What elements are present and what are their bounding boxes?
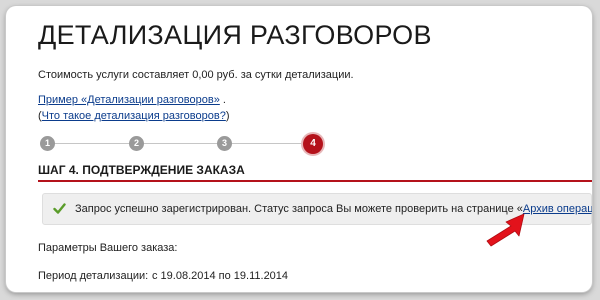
success-message-text: Запрос успешно зарегистрирован. Статус з… [75, 203, 523, 215]
check-icon [53, 203, 66, 214]
what-is-link-line: (Что такое детализация разговоров?) [38, 110, 230, 122]
step-indicator: 1 2 3 4 [38, 134, 323, 156]
example-link-line: Пример «Детализации разговоров» . [38, 94, 226, 106]
step-1: 1 [40, 136, 55, 151]
example-link-suffix: . [222, 94, 226, 106]
example-link[interactable]: Пример «Детализации разговоров» [38, 94, 220, 106]
screenshot-frame: ДЕТАЛИЗАЦИЯ РАЗГОВОРОВ Стоимость услуги … [6, 6, 592, 292]
step-connector [47, 143, 314, 144]
period-value: с 19.08.2014 по 19.11.2014 [152, 270, 289, 282]
what-is-link[interactable]: Что такое детализация разговоров? [42, 110, 226, 122]
step-title: ШАГ 4. ПОДТВЕРЖДЕНИЕ ЗАКАЗА [38, 163, 245, 177]
step-title-divider [38, 180, 592, 182]
red-arrow-icon [486, 213, 525, 247]
step-2: 2 [129, 136, 144, 151]
archive-link[interactable]: Архив операций [523, 203, 592, 215]
cost-text: Стоимость услуги составляет 0,00 руб. за… [38, 69, 354, 81]
page-title: ДЕТАЛИЗАЦИЯ РАЗГОВОРОВ [38, 20, 432, 50]
step-4-active: 4 [303, 134, 323, 154]
step-3: 3 [217, 136, 232, 151]
order-params-label: Параметры Вашего заказа: [38, 242, 178, 254]
period-label: Период детализации: [38, 270, 149, 282]
what-is-suffix: ) [225, 110, 230, 122]
